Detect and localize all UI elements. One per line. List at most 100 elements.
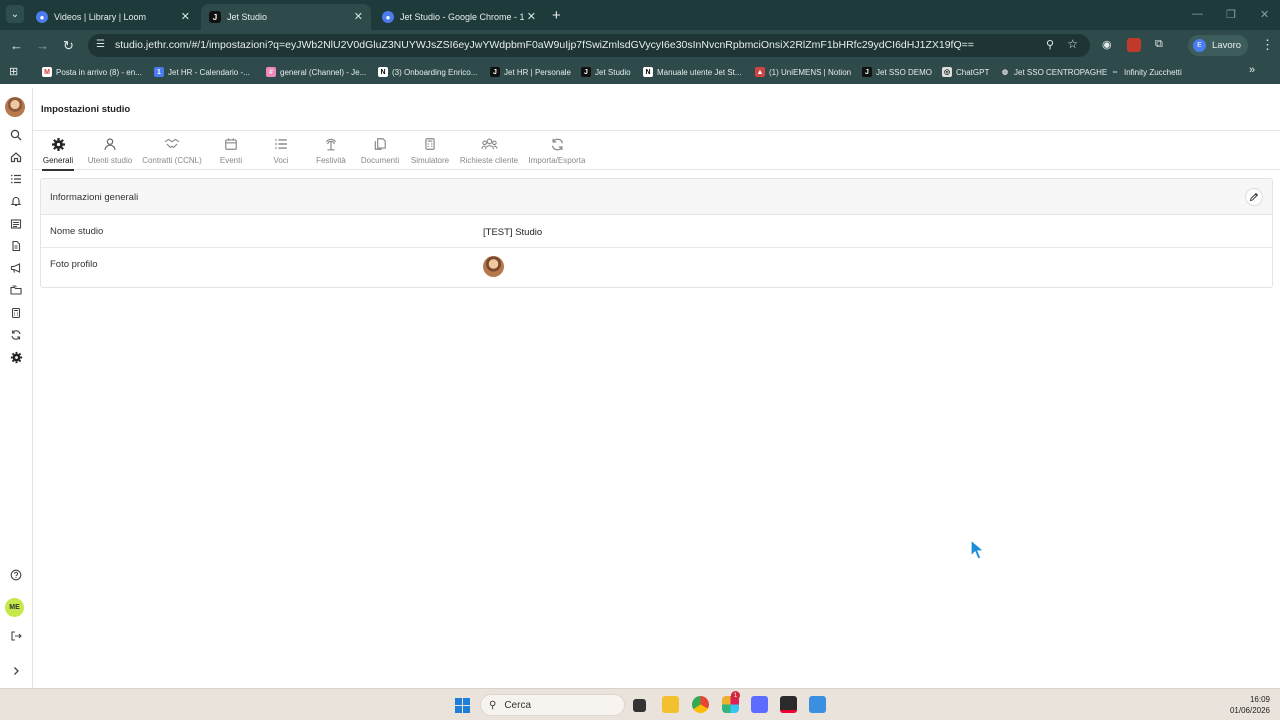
tab-documenti[interactable]: Documenti: [359, 131, 401, 170]
browser-tab-strip: ⌄ ● Videos | Library | Loom ✕ J Jet Stud…: [0, 0, 1280, 30]
restore-icon[interactable]: ❐: [1226, 8, 1236, 21]
bookmark-item[interactable]: ◍ Jet SSO CENTROPAGHE: [1000, 67, 1107, 77]
search-icon[interactable]: [8, 127, 24, 143]
snipping-tool-icon[interactable]: [751, 696, 768, 713]
user-avatar[interactable]: ME: [5, 598, 24, 617]
folders-icon[interactable]: [8, 282, 24, 298]
new-tab-button[interactable]: +: [552, 7, 561, 24]
logout-icon[interactable]: [8, 628, 24, 644]
bookmark-item[interactable]: ∞ Infinity Zucchetti: [1110, 67, 1182, 77]
tab-label: Generali: [42, 156, 74, 165]
expand-sidebar-icon[interactable]: [8, 663, 24, 679]
extensions-puzzle-icon[interactable]: ⧉: [1155, 38, 1163, 51]
tab-search-button[interactable]: ⌄: [6, 5, 24, 23]
page-header: Impostazioni studio: [33, 88, 1280, 131]
extension-icon[interactable]: ◉: [1102, 38, 1112, 51]
tab-label: Documenti: [360, 156, 400, 165]
extension-red-icon[interactable]: [1127, 38, 1141, 52]
help-icon[interactable]: [8, 567, 24, 583]
calculator-icon: [423, 135, 437, 153]
news-icon[interactable]: [8, 216, 24, 232]
back-icon[interactable]: ←: [10, 38, 23, 53]
windows-start-icon[interactable]: [455, 698, 470, 713]
chrome-menu-icon[interactable]: ⋮: [1261, 37, 1274, 53]
chrome-icon[interactable]: [692, 696, 709, 713]
bookmark-item[interactable]: J Jet Studio: [581, 67, 631, 77]
tab-utenti-studio[interactable]: Utenti studio: [85, 131, 135, 170]
bookmark-item[interactable]: # general (Channel) - Je...: [266, 67, 366, 77]
address-bar[interactable]: ☰ studio.jethr.com/#/1/impostazioni?q=ey…: [88, 34, 1090, 57]
more-bookmarks-icon[interactable]: »: [1249, 64, 1255, 76]
browser-tab-loom[interactable]: ● Videos | Library | Loom ✕: [28, 4, 198, 30]
bookmark-item[interactable]: 1 Jet HR - Calendario -...: [154, 67, 250, 77]
file-explorer-icon[interactable]: [662, 696, 679, 713]
studio-avatar[interactable]: [5, 97, 25, 117]
close-icon[interactable]: ✕: [527, 10, 536, 23]
mouse-cursor-icon: [970, 539, 986, 560]
jet-icon: J: [209, 11, 221, 23]
taskbar-search[interactable]: ⚲ Cerca: [480, 694, 625, 716]
bookmark-item[interactable]: M Posta in arrivo (8) - en...: [42, 67, 142, 77]
tab-label: Festività: [316, 156, 346, 165]
settings-gear-icon[interactable]: [8, 349, 24, 365]
sync-icon[interactable]: [8, 327, 24, 343]
reload-icon[interactable]: ↻: [63, 38, 74, 54]
left-sidebar: ME: [0, 88, 33, 688]
zoom-icon[interactable]: ⚲: [1046, 38, 1054, 51]
tab-voci[interactable]: Voci: [269, 131, 293, 170]
tab-label: Voci: [273, 156, 289, 165]
tab-richieste-cliente[interactable]: Richieste cliente: [458, 131, 520, 170]
close-icon[interactable]: ✕: [181, 10, 190, 23]
bookmark-label: Infinity Zucchetti: [1124, 67, 1182, 77]
bookmark-item[interactable]: J Jet HR | Personale: [490, 67, 571, 77]
notion-icon: N: [643, 67, 653, 77]
tab-importa-esporta[interactable]: Importa/Esporta: [526, 131, 588, 170]
row-label: Nome studio: [50, 226, 104, 237]
document-icon[interactable]: [8, 238, 24, 254]
search-icon: ⚲: [489, 699, 497, 711]
window-close-icon[interactable]: ✕: [1260, 8, 1269, 21]
tasks-icon[interactable]: [8, 171, 24, 187]
handshake-icon: [164, 135, 180, 153]
tab-generali[interactable]: Generali: [42, 131, 74, 171]
bookmark-label: general (Channel) - Je...: [280, 67, 367, 77]
general-info-card: Informazioni generali Nome studio [TEST]…: [40, 178, 1273, 288]
notes-app-icon[interactable]: [780, 696, 797, 713]
forward-icon[interactable]: →: [36, 38, 49, 53]
close-icon[interactable]: ✕: [354, 10, 363, 23]
studio-name-value: [TEST] Studio: [483, 227, 543, 238]
tab-festivita[interactable]: Festività: [313, 131, 349, 170]
browser-tab-jet-studio[interactable]: J Jet Studio ✕: [201, 4, 371, 30]
system-clock[interactable]: 16:09 01/06/2026: [1230, 694, 1270, 716]
task-view-icon[interactable]: [633, 699, 646, 712]
tab-title: Jet Studio: [227, 12, 268, 22]
calculator-icon[interactable]: [8, 305, 24, 321]
bookmark-label: Posta in arrivo (8) - en...: [56, 67, 142, 77]
url-text[interactable]: studio.jethr.com/#/1/impostazioni?q=eyJW…: [115, 39, 1015, 51]
bookmark-label: Manuale utente Jet St...: [657, 67, 742, 77]
bookmark-item[interactable]: N Manuale utente Jet St...: [643, 67, 742, 77]
profile-label: Lavoro: [1212, 40, 1242, 51]
bookmark-item[interactable]: J Jet SSO DEMO: [862, 67, 932, 77]
bookmark-item[interactable]: ▲ (1) UniEMENS | Notion: [755, 67, 851, 77]
users-icon: [480, 135, 498, 153]
home-icon[interactable]: [8, 149, 24, 165]
bell-icon[interactable]: [8, 193, 24, 209]
browser-tab-recording[interactable]: ● Jet Studio - Google Chrome - 1 Ju ✕: [374, 4, 544, 30]
tab-label: Simulatore: [410, 156, 450, 165]
photos-icon[interactable]: [809, 696, 826, 713]
minimize-icon[interactable]: —: [1192, 8, 1203, 20]
profile-button[interactable]: E Lavoro: [1188, 35, 1248, 56]
bookmark-star-icon[interactable]: ☆: [1067, 37, 1078, 51]
megaphone-icon[interactable]: [8, 260, 24, 276]
bookmark-item[interactable]: ◎ ChatGPT: [942, 67, 989, 77]
tab-title: Jet Studio - Google Chrome - 1 Ju: [400, 12, 525, 22]
chatgpt-icon: ◎: [942, 67, 952, 77]
tab-contratti[interactable]: Contratti (CCNL): [141, 131, 203, 170]
apps-grid-icon[interactable]: ⊞: [9, 65, 18, 78]
bookmark-item[interactable]: N (3) Onboarding Enrico...: [378, 67, 477, 77]
edit-button[interactable]: [1245, 188, 1263, 206]
site-info-icon[interactable]: ☰: [96, 39, 105, 50]
tab-simulatore[interactable]: Simulatore: [409, 131, 451, 170]
tab-eventi[interactable]: Eventi: [216, 131, 246, 170]
